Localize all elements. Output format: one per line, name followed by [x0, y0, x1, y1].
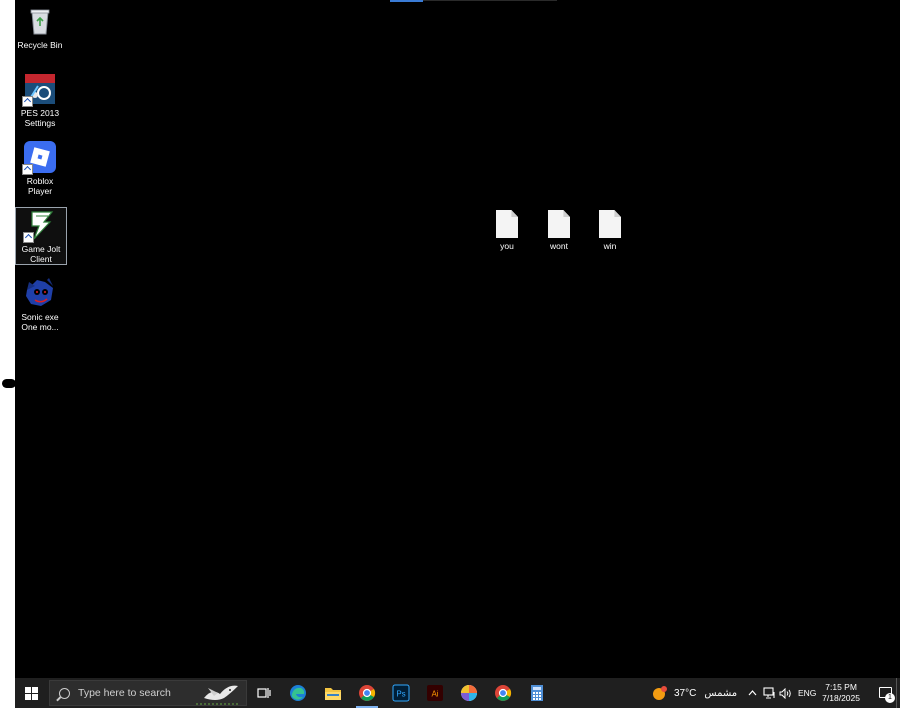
desktop[interactable]: Recycle Bin PES 2013 Settings Roblox Pla… — [15, 0, 900, 678]
clock-date: 7/18/2025 — [822, 693, 860, 703]
start-button[interactable] — [25, 687, 38, 700]
volume-button[interactable] — [779, 678, 792, 708]
language-label: ENG — [798, 688, 817, 698]
sun-warning-icon — [653, 686, 667, 700]
svg-text:Ai: Ai — [431, 690, 438, 699]
file-you[interactable]: you — [487, 210, 527, 251]
show-desktop-button[interactable] — [896, 678, 900, 708]
file-label: wont — [550, 241, 568, 251]
file-wont[interactable]: wont — [539, 210, 579, 251]
pes-settings-icon — [22, 72, 57, 107]
desktop-icon-roblox-player[interactable]: Roblox Player — [15, 140, 65, 196]
taskbar-chrome[interactable] — [352, 681, 382, 708]
chrome-icon — [359, 685, 376, 701]
file-win[interactable]: win — [590, 210, 630, 251]
recycle-bin-icon — [23, 4, 57, 38]
file-label: you — [500, 241, 514, 251]
chevron-up-icon — [748, 690, 757, 696]
taskbar-edge[interactable] — [283, 681, 313, 705]
taskbar-search[interactable]: Type here to search — [49, 680, 247, 706]
clock-time: 7:15 PM — [825, 682, 857, 692]
search-highlight-bird-icon — [196, 685, 240, 705]
task-view-icon — [257, 688, 271, 698]
chrome-icon — [495, 685, 512, 701]
taskbar-chrome-profile[interactable] — [488, 681, 518, 705]
text-file-icon — [599, 210, 621, 238]
speaker-icon — [779, 687, 791, 699]
taskbar-illustrator[interactable]: Ai — [420, 681, 450, 705]
photos-icon — [461, 685, 477, 701]
search-placeholder: Type here to search — [78, 687, 171, 699]
edge-artifact — [2, 379, 16, 388]
taskbar-calculator[interactable] — [522, 681, 552, 705]
photoshop-icon: Ps — [392, 684, 410, 702]
desktop-icon-label: Game Jolt Client — [21, 244, 61, 264]
sonic-exe-icon — [23, 276, 57, 310]
desktop-icon-pes-2013-settings[interactable]: PES 2013 Settings — [15, 72, 65, 128]
taskbar-photos[interactable] — [454, 681, 484, 705]
desktop-icon-game-jolt-client[interactable]: Game Jolt Client — [15, 207, 67, 265]
top-edge-line — [423, 0, 557, 1]
top-edge-accent — [390, 0, 423, 2]
weather-description: مشمس — [704, 687, 738, 699]
show-hidden-icons-button[interactable] — [748, 678, 757, 708]
desktop-icon-sonic-exe[interactable]: Sonic exe One mo... — [15, 276, 65, 332]
shortcut-arrow-icon — [23, 232, 34, 243]
taskbar: Type here to search Ps Ai 37°C مشمس ENG … — [15, 678, 900, 708]
taskbar-file-explorer[interactable] — [318, 681, 348, 705]
shortcut-arrow-icon — [22, 164, 33, 175]
roblox-icon — [22, 140, 57, 175]
edge-icon — [290, 685, 306, 701]
desktop-icon-label: Sonic exe One mo... — [21, 312, 59, 332]
desktop-icon-label: PES 2013 Settings — [20, 108, 60, 128]
language-indicator[interactable]: ENG — [798, 678, 816, 708]
desktop-icon-label: Roblox Player — [26, 176, 54, 196]
weather-widget[interactable]: 37°C مشمس — [652, 678, 737, 708]
desktop-icon-label: Recycle Bin — [17, 40, 63, 50]
folder-icon — [325, 687, 341, 700]
shortcut-arrow-icon — [22, 96, 33, 107]
illustrator-icon: Ai — [427, 685, 443, 701]
clock[interactable]: 7:15 PM 7/18/2025 — [822, 682, 860, 704]
calculator-icon — [531, 685, 543, 701]
notification-count-badge: 1 — [885, 693, 895, 703]
network-button[interactable] — [763, 678, 776, 708]
svg-text:Ps: Ps — [396, 690, 405, 699]
file-label: win — [603, 241, 617, 251]
desktop-icon-recycle-bin[interactable]: Recycle Bin — [15, 4, 65, 50]
taskbar-photoshop[interactable]: Ps — [386, 681, 416, 705]
game-jolt-icon — [23, 208, 58, 243]
task-view-button[interactable] — [249, 681, 279, 705]
windows-logo-icon — [25, 687, 31, 693]
weather-temperature: 37°C — [674, 687, 697, 699]
text-file-icon — [548, 210, 570, 238]
text-file-icon — [496, 210, 518, 238]
network-icon — [763, 687, 775, 699]
search-icon — [59, 687, 70, 699]
